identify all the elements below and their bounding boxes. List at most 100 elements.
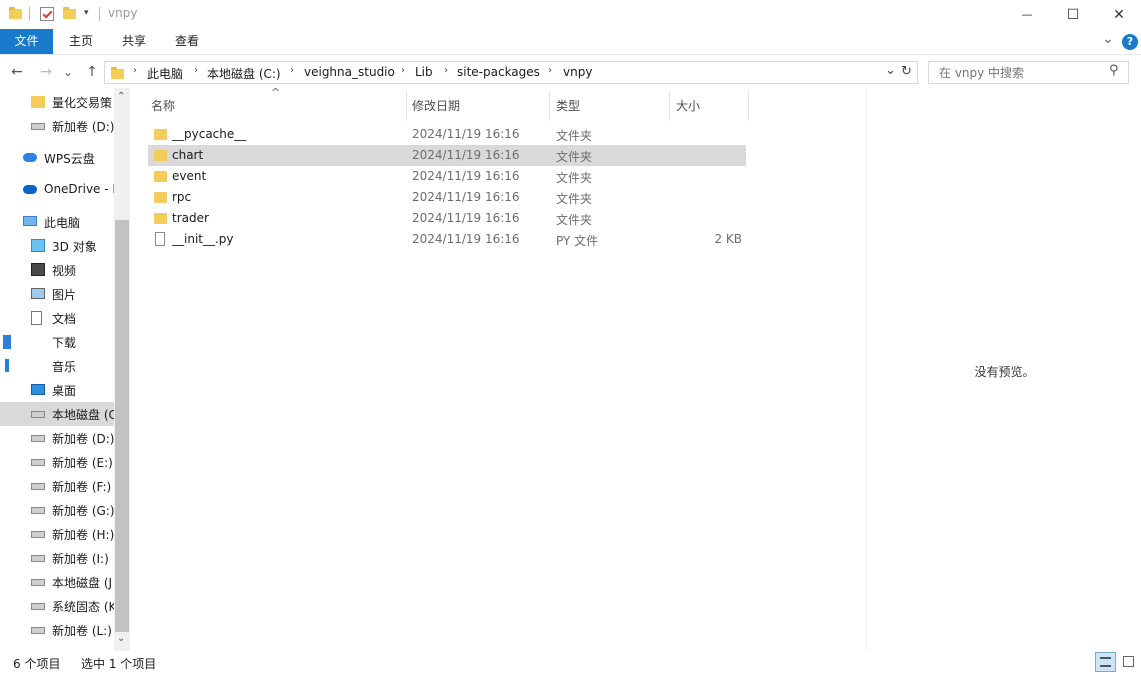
column-divider[interactable] <box>406 91 407 121</box>
download-icon <box>3 335 11 349</box>
sidebar-item-label: 新加卷 (E:) <box>52 456 113 470</box>
sidebar-item[interactable]: 系统固态 (K <box>0 594 114 618</box>
tab-file[interactable]: 文件 <box>0 29 53 54</box>
sidebar-item[interactable]: 新加卷 (F:) <box>0 474 114 498</box>
sidebar-item[interactable]: 量化交易策 <box>0 90 114 114</box>
column-divider[interactable] <box>748 91 749 121</box>
breadcrumb-veighna-studio[interactable]: veighna_studio <box>304 65 395 79</box>
file-type: 文件夹 <box>556 129 593 143</box>
sidebar-item[interactable]: 新加卷 (I:) <box>0 546 114 570</box>
close-button[interactable]: ✕ <box>1096 0 1141 29</box>
column-header-size[interactable]: 大小 <box>676 91 700 121</box>
maximize-button[interactable]: ☐ <box>1050 0 1096 29</box>
address-bar[interactable]: › 此电脑 › 本地磁盘 (C:) › veighna_studio › Lib… <box>104 61 918 84</box>
sidebar-item[interactable]: 本地磁盘 (C <box>0 402 114 426</box>
file-row[interactable]: rpc 2024/11/19 16:16 文件夹 <box>148 187 746 208</box>
video-icon <box>31 263 45 276</box>
file-row[interactable]: __pycache__ 2024/11/19 16:16 文件夹 <box>148 124 746 145</box>
scroll-down-icon[interactable]: ⌄ <box>117 633 125 644</box>
drive-icon <box>31 507 45 514</box>
chevron-down-icon: ⌄ <box>62 65 74 79</box>
drive-icon <box>31 459 45 466</box>
file-name: trader <box>172 211 209 225</box>
search-box[interactable]: ⚲ <box>928 61 1129 84</box>
help-icon[interactable]: ? <box>1122 34 1138 50</box>
folder-icon <box>111 67 124 79</box>
breadcrumb-lib[interactable]: Lib <box>415 65 433 79</box>
sidebar-item[interactable]: 3D 对象 <box>0 234 114 258</box>
sidebar-item[interactable]: 新加卷 (D:) <box>0 114 114 138</box>
recent-locations-button[interactable]: ⌄ <box>60 61 76 83</box>
file-name: __init__.py <box>172 232 234 246</box>
cloud-icon <box>23 153 37 162</box>
sidebar-item[interactable]: 新加卷 (E:) <box>0 450 114 474</box>
nav-scrollbar[interactable]: ⌃ ⌄ <box>114 88 130 651</box>
file-date: 2024/11/19 16:16 <box>412 127 520 141</box>
sidebar-item[interactable]: 新加卷 (L:) <box>0 618 114 642</box>
minimize-button[interactable]: — <box>1004 0 1050 29</box>
sidebar-item[interactable]: 图片 <box>0 282 114 306</box>
customize-toolbar-icon[interactable]: ▾ <box>84 8 89 18</box>
search-icon[interactable]: ⚲ <box>1109 63 1119 78</box>
folder-icon <box>154 192 167 203</box>
tab-home[interactable]: 主页 <box>55 29 107 54</box>
sidebar-item[interactable]: 下载 <box>0 330 114 354</box>
back-button[interactable]: ← <box>7 61 27 83</box>
sidebar-item[interactable]: 此电脑 <box>0 210 114 234</box>
refresh-icon[interactable]: ↻ <box>901 64 912 79</box>
column-divider[interactable] <box>549 91 550 121</box>
sidebar-item[interactable]: 桌面 <box>0 378 114 402</box>
address-dropdown-icon[interactable]: ⌄ <box>885 63 896 78</box>
window-title: vnpy <box>108 6 138 20</box>
expand-ribbon-icon[interactable]: ⌄ <box>1102 31 1114 47</box>
large-icons-view-button[interactable] <box>1119 652 1139 672</box>
sidebar-item[interactable]: 文档 <box>0 306 114 330</box>
breadcrumb-c-drive[interactable]: 本地磁盘 (C:) <box>207 65 281 82</box>
breadcrumb-this-pc[interactable]: 此电脑 <box>147 65 183 82</box>
sidebar-item-label: 新加卷 (I:) <box>52 552 109 566</box>
maximize-icon: ☐ <box>1066 6 1080 23</box>
sidebar-item[interactable]: 新加卷 (G:) <box>0 498 114 522</box>
crumb-separator[interactable]: › <box>194 65 198 76</box>
column-header-type[interactable]: 类型 <box>556 91 580 121</box>
scroll-up-icon[interactable]: ⌃ <box>117 91 125 102</box>
onedrive-icon <box>23 185 37 194</box>
crumb-separator[interactable]: › <box>290 65 294 76</box>
column-header-name[interactable]: 名称 <box>151 91 175 121</box>
file-row[interactable]: trader 2024/11/19 16:16 文件夹 <box>148 208 746 229</box>
sidebar-item[interactable]: 本地磁盘 (J <box>0 570 114 594</box>
new-folder-icon[interactable] <box>63 7 76 19</box>
search-input[interactable] <box>937 64 1107 81</box>
locked-drive-icon <box>31 603 45 610</box>
crumb-separator: › <box>133 65 137 76</box>
file-row[interactable]: event 2024/11/19 16:16 文件夹 <box>148 166 746 187</box>
details-view-button[interactable] <box>1095 652 1116 672</box>
crumb-separator[interactable]: › <box>548 65 552 76</box>
drive-icon <box>31 555 45 562</box>
crumb-separator[interactable]: › <box>444 65 448 76</box>
tab-view[interactable]: 查看 <box>161 29 213 54</box>
back-arrow-icon: ← <box>11 64 23 80</box>
sidebar-item-label: 新加卷 (L:) <box>52 624 112 638</box>
breadcrumb-site-packages[interactable]: site-packages <box>457 65 540 79</box>
sidebar-item[interactable]: 音乐 <box>0 354 114 378</box>
forward-button[interactable]: → <box>36 61 56 83</box>
sidebar-item[interactable]: OneDrive - I <box>0 178 114 202</box>
crumb-separator[interactable]: › <box>401 65 405 76</box>
file-row[interactable]: chart 2024/11/19 16:16 文件夹 <box>148 145 746 166</box>
sidebar-item-label: 音乐 <box>52 360 77 374</box>
sidebar-item[interactable]: 新加卷 (H:) <box>0 522 114 546</box>
column-divider[interactable] <box>669 91 670 121</box>
sidebar-item-label: 系统固态 (K <box>52 600 114 614</box>
sidebar-item[interactable]: 视频 <box>0 258 114 282</box>
column-header-date[interactable]: 修改日期 <box>412 91 460 121</box>
properties-icon[interactable] <box>40 7 54 21</box>
file-row[interactable]: __init__.py 2024/11/19 16:16 PY 文件 2 KB <box>148 229 746 250</box>
file-type: PY 文件 <box>556 234 599 248</box>
sidebar-item[interactable]: WPS云盘 <box>0 146 114 170</box>
up-button[interactable]: ↑ <box>82 61 102 83</box>
scrollbar-thumb[interactable] <box>115 220 129 632</box>
sidebar-item[interactable]: 新加卷 (D:) <box>0 426 114 450</box>
tab-share[interactable]: 共享 <box>108 29 160 54</box>
breadcrumb-vnpy[interactable]: vnpy <box>563 65 592 79</box>
